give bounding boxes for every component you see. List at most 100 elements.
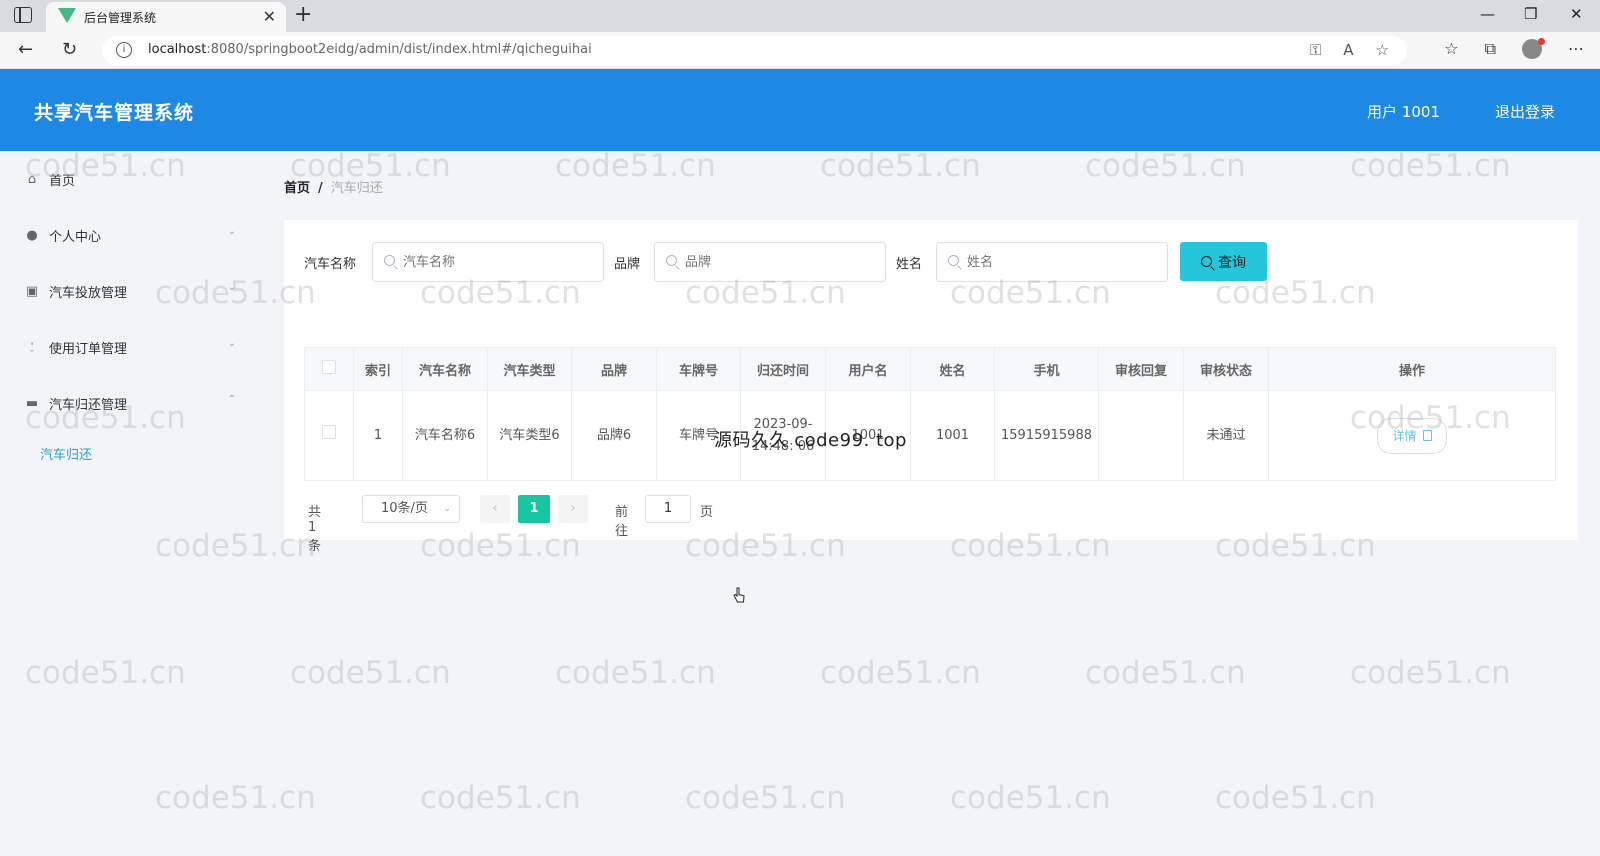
sidebar-item-label: 汽车投放管理 — [49, 285, 128, 301]
url-field[interactable]: i localhost:8080/springboot2eidg/admin/d… — [102, 36, 1407, 65]
column-header: 审核状态 — [1182, 347, 1269, 391]
goto-page-input[interactable]: 1 — [645, 495, 691, 523]
detail-button-label: 详情 — [1392, 428, 1417, 443]
sidebar-item-car-return[interactable]: ▬ 汽车归还管理 ⌃ — [0, 375, 250, 431]
column-header: 审核回复 — [1097, 347, 1184, 391]
prev-page-button[interactable]: ‹ — [480, 495, 510, 523]
data-table: 索引 汽车名称 汽车类型 品牌 车牌号 归还时间 用户名 姓名 手机 审核回复 … — [304, 347, 1557, 481]
add-favorite-icon[interactable]: ☆ — [1376, 41, 1389, 59]
browser-toolbar: ☆ ⧉ ⋯ — [1444, 38, 1584, 59]
table-header-row: 索引 汽车名称 汽车类型 品牌 车牌号 归还时间 用户名 姓名 手机 审核回复 … — [304, 347, 1557, 391]
column-header: 归还时间 — [740, 347, 826, 391]
detail-button[interactable]: 详情 — [1377, 417, 1447, 454]
search-icon — [1201, 256, 1212, 267]
app-header: 共享汽车管理系统 用户 1001 退出登录 — [0, 69, 1600, 151]
name-input[interactable] — [936, 242, 1168, 282]
site-watermark: code51.cn — [290, 655, 451, 691]
column-header: 手机 — [994, 347, 1099, 391]
kiosk-icon: ▬ — [25, 395, 39, 411]
submenu-item-car-return[interactable]: 汽车归还 — [0, 431, 250, 475]
hand-cursor-icon — [733, 587, 745, 603]
more-menu-icon[interactable]: ⋯ — [1568, 39, 1584, 59]
page-size-value: 10条/页 — [381, 501, 428, 516]
sidebar-toggle-icon[interactable] — [14, 7, 32, 23]
home-icon: ⌂ — [27, 171, 37, 187]
site-watermark: code51.cn — [1085, 148, 1246, 184]
column-header: 操作 — [1267, 347, 1557, 391]
site-watermark: code51.cn — [820, 148, 981, 184]
car-name-input[interactable] — [372, 242, 604, 282]
sidebar-item-label: 个人中心 — [49, 229, 102, 245]
cell-actions: 详情 — [1267, 390, 1557, 481]
back-icon[interactable]: ← — [18, 39, 33, 60]
row-checkbox[interactable] — [322, 424, 336, 439]
row-select-cell — [304, 390, 354, 481]
user-icon: ● — [26, 227, 38, 243]
site-watermark: code51.cn — [1350, 148, 1511, 184]
document-icon — [1422, 430, 1432, 441]
search-icon — [666, 255, 677, 266]
car-name-label: 汽车名称 — [304, 257, 357, 272]
collections-icon[interactable]: ⧉ — [1485, 39, 1496, 59]
sidebar-item-order[interactable]: ⍘ 使用订单管理 ⌄ — [0, 319, 250, 375]
search-icon — [948, 255, 959, 266]
goto-suffix: 页 — [700, 505, 714, 520]
sidebar-item-home[interactable]: ⌂ 首页 — [0, 151, 250, 207]
page-number-1[interactable]: 1 — [518, 495, 550, 523]
app-title: 共享汽车管理系统 — [34, 102, 195, 124]
cell-phone: 15915915988 — [994, 390, 1099, 481]
read-aloud-icon[interactable]: A — [1343, 41, 1353, 59]
sidebar-item-label: 汽车归还管理 — [49, 397, 128, 413]
browser-tab[interactable]: 后台管理系统 ✕ — [46, 2, 286, 32]
cell-review-reply — [1097, 390, 1184, 481]
column-header: 汽车名称 — [402, 347, 488, 391]
new-tab-icon[interactable]: + — [294, 2, 312, 27]
url-host: localhost — [148, 42, 207, 57]
sidebar-item-label: 首页 — [49, 173, 76, 189]
column-header: 品牌 — [571, 347, 657, 391]
query-button[interactable]: 查询 — [1180, 242, 1267, 281]
sidebar-item-car-deploy[interactable]: ▣ 汽车投放管理 ⌄ — [0, 263, 250, 319]
cell-brand: 品牌6 — [571, 390, 657, 481]
window-close-icon[interactable]: ✕ — [1570, 5, 1583, 23]
site-watermark: code51.cn — [1350, 655, 1511, 691]
chevron-up-icon: ⌃ — [227, 394, 236, 405]
favorites-icon[interactable]: ☆ — [1444, 39, 1458, 59]
cell-name: 1001 — [910, 390, 995, 481]
cell-car-type: 汽车类型6 — [487, 390, 572, 481]
site-watermark: code51.cn — [555, 148, 716, 184]
tab-close-icon[interactable]: ✕ — [263, 7, 276, 26]
cell-index: 1 — [353, 390, 403, 481]
chevron-down-icon: ⌄ — [227, 226, 236, 237]
key-icon[interactable]: ⚿ — [1310, 41, 1321, 59]
search-icon — [384, 255, 395, 266]
cell-car-name: 汽车名称6 — [402, 390, 488, 481]
reload-icon[interactable]: ↻ — [62, 39, 77, 60]
restore-icon[interactable]: ❐ — [1524, 5, 1537, 23]
breadcrumb: 首页 / 汽车归还 — [284, 177, 383, 196]
info-icon[interactable]: i — [116, 42, 132, 58]
clipboard-icon: ▣ — [25, 283, 39, 299]
center-watermark: 源码久久 code99. top — [714, 430, 907, 451]
sidebar-item-label: 使用订单管理 — [49, 341, 128, 357]
site-watermark: code51.cn — [950, 780, 1111, 816]
pagination-total: 共 1 条 — [308, 505, 322, 554]
select-all-checkbox[interactable] — [322, 360, 336, 374]
table-row: 1 汽车名称6 汽车类型6 品牌6 车牌号 2023-09- 14:48: 06… — [304, 390, 1557, 481]
breadcrumb-current: 汽车归还 — [330, 181, 383, 196]
next-page-button[interactable]: › — [558, 495, 588, 523]
breadcrumb-home[interactable]: 首页 — [284, 181, 310, 196]
url-text: localhost:8080/springboot2eidg/admin/dis… — [148, 42, 592, 57]
url-actions: ⚿ A ☆ — [1310, 41, 1389, 59]
select-all-cell — [304, 347, 354, 391]
page-size-select[interactable]: 10条/页 ⌄ — [362, 495, 460, 523]
vue-logo-icon — [58, 8, 76, 23]
profile-avatar-icon[interactable] — [1522, 38, 1545, 59]
brand-input[interactable] — [654, 242, 886, 282]
sidebar-item-profile[interactable]: ● 个人中心 ⌄ — [0, 207, 250, 263]
cell-review-status: 未通过 — [1182, 390, 1269, 481]
breadcrumb-separator: / — [318, 181, 323, 196]
minimize-icon[interactable]: — — [1480, 5, 1495, 23]
logout-link[interactable]: 退出登录 — [1495, 101, 1555, 122]
column-header: 姓名 — [910, 347, 995, 391]
